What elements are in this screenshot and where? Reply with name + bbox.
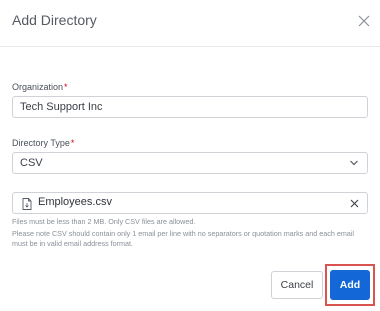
add-directory-dialog: Add Directory Organization* Tech Support… (0, 0, 380, 311)
csv-format-help: Please note CSV should contain only 1 em… (12, 229, 354, 248)
clear-icon[interactable] (350, 199, 359, 208)
add-button[interactable]: Add (330, 270, 370, 300)
directory-type-value: CSV (20, 157, 43, 169)
organization-input[interactable]: Tech Support Inc (12, 96, 368, 118)
file-name: Employees.csv (38, 196, 112, 208)
file-size-help: Files must be less than 2 MB. Only CSV f… (12, 217, 196, 226)
close-icon[interactable] (358, 15, 370, 27)
chevron-down-icon (350, 160, 358, 166)
file-icon (22, 198, 32, 210)
cancel-button[interactable]: Cancel (271, 271, 323, 299)
file-upload-box[interactable]: Employees.csv (12, 192, 368, 214)
directory-type-select[interactable]: CSV (12, 152, 368, 174)
directory-type-label-text: Directory Type (12, 138, 70, 148)
dialog-header: Add Directory (0, 0, 380, 47)
organization-label-text: Organization (12, 82, 64, 92)
required-mark: * (64, 82, 68, 92)
organization-label: Organization* (12, 82, 68, 92)
dialog-title: Add Directory (12, 12, 97, 28)
required-mark: * (70, 138, 75, 148)
directory-type-label: Directory Type* (12, 138, 74, 148)
